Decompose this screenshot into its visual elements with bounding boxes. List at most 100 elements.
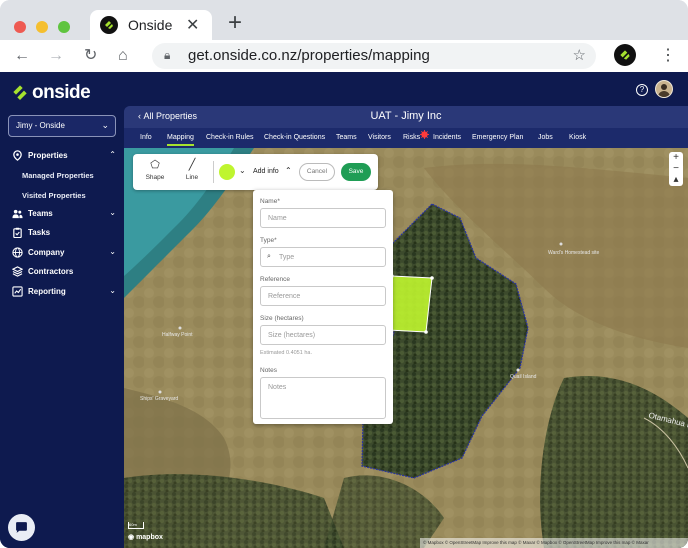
tab-risks[interactable]: Risks	[403, 134, 420, 141]
onside-favicon-icon	[100, 16, 118, 34]
name-field[interactable]: Name	[260, 208, 386, 228]
toolbar-divider	[213, 161, 214, 183]
sidebar-subitem-managed-properties[interactable]: Managed Properties	[22, 171, 94, 180]
sidebar-item-teams[interactable]: Teams ⌄	[12, 207, 118, 223]
chevron-up-icon: ⌃	[109, 150, 116, 159]
globe-icon	[12, 247, 23, 258]
tab-visitors[interactable]: Visitors	[368, 134, 391, 141]
url-text[interactable]: get.onside.co.nz/properties/mapping	[188, 47, 430, 64]
size-label: Size (hectares)	[260, 315, 304, 322]
tab-close-icon[interactable]: ✕	[186, 15, 199, 35]
shape-tool-label: Shape	[145, 174, 165, 181]
forward-arrow-icon[interactable]: →	[48, 46, 64, 66]
size-field[interactable]: Size (hectares)	[260, 325, 386, 345]
chevron-up-icon[interactable]: ⌃	[285, 166, 292, 175]
reference-field[interactable]: Reference	[260, 286, 386, 306]
reference-label: Reference	[260, 276, 290, 283]
browser-menu-icon[interactable]: ⋮	[660, 45, 676, 65]
sidebar: onside Jimy - Onside ⌄ Properties ⌃ Mana…	[0, 72, 124, 548]
address-bar[interactable]: 🔒︎ get.onside.co.nz/properties/mapping ☆	[152, 43, 596, 69]
organization-select-value: Jimy - Onside	[16, 121, 65, 130]
save-button[interactable]: Save	[341, 163, 371, 181]
property-header: ‹ All Properties UAT - Jimy Inc	[124, 106, 688, 128]
type-label: Type*	[260, 237, 277, 244]
onside-extension-icon[interactable]	[614, 44, 636, 66]
mapbox-logo-text: mapbox	[136, 534, 163, 541]
tab-incidents[interactable]: Incidents	[433, 134, 461, 141]
page-title: UAT - Jimy Inc	[370, 110, 442, 122]
close-window-button[interactable]	[14, 21, 26, 33]
zoom-in-button[interactable]: +	[669, 152, 683, 163]
sidebar-item-label: Tasks	[28, 228, 51, 237]
location-pin-icon	[13, 150, 22, 161]
map-attribution[interactable]: © Mapbox © OpenStreetMap Improve this ma…	[420, 538, 688, 548]
size-estimate-hint: Estimated 0.4051 ha.	[260, 350, 312, 356]
tab-check-in-rules[interactable]: Check-in Rules	[206, 134, 253, 141]
tab-emergency-plan[interactable]: Emergency Plan	[472, 134, 523, 141]
home-icon[interactable]: ⌂	[118, 46, 128, 66]
compass-icon[interactable]: ▴	[669, 174, 683, 185]
draw-toolbar: ⬠ Shape ╱ Line ⌄ Add info ⌃ Cancel Save	[133, 154, 378, 190]
sidebar-subitem-visited-properties[interactable]: Visited Properties	[22, 191, 86, 200]
satellite-imagery	[124, 148, 688, 548]
shape-tool-button[interactable]: ⬠ Shape	[140, 158, 170, 181]
map-zoom-controls: + − ▴	[669, 152, 683, 186]
organization-select[interactable]: Jimy - Onside ⌄	[8, 115, 116, 137]
satellite-map[interactable]: Ward's Homestead site Halfway Point Ship…	[124, 148, 688, 548]
chart-icon	[12, 286, 23, 297]
help-icon[interactable]: ?	[636, 84, 648, 96]
map-label-halfway-point: Halfway Point	[162, 332, 193, 338]
mapbox-icon: ◉	[128, 534, 137, 541]
reload-icon[interactable]: ↻	[84, 46, 97, 66]
onside-logo-icon	[13, 85, 27, 100]
sidebar-item-company[interactable]: Company ⌄	[12, 246, 118, 262]
property-tabs: Info Mapping Check-in Rules Check-in Que…	[124, 128, 688, 148]
size-placeholder: Size (hectares)	[268, 332, 316, 339]
line-icon: ╱	[188, 159, 196, 171]
zoom-out-button[interactable]: −	[669, 163, 683, 174]
line-tool-button[interactable]: ╱ Line	[177, 158, 207, 181]
tab-check-in-questions[interactable]: Check-in Questions	[264, 134, 325, 141]
sidebar-item-tasks[interactable]: Tasks	[12, 226, 118, 242]
chat-support-button[interactable]	[8, 514, 35, 541]
lock-icon: 🔒︎	[164, 48, 171, 62]
people-icon	[12, 209, 23, 219]
sidebar-item-label: Teams	[28, 209, 53, 218]
bookmark-star-icon[interactable]: ☆	[573, 46, 586, 64]
search-icon: ⌕	[267, 253, 271, 260]
tab-mapping[interactable]: Mapping	[167, 134, 194, 146]
back-arrow-icon[interactable]: ←	[14, 46, 30, 66]
sidebar-item-properties[interactable]: Properties ⌃	[12, 149, 118, 165]
tab-teams[interactable]: Teams	[336, 134, 357, 141]
sidebar-item-contractors[interactable]: Contractors	[12, 265, 118, 281]
chevron-down-icon: ⌄	[109, 208, 116, 217]
tab-info[interactable]: Info	[140, 134, 152, 141]
onside-app: onside Jimy - Onside ⌄ Properties ⌃ Mana…	[0, 72, 688, 548]
tab-jobs[interactable]: Jobs	[538, 134, 553, 141]
new-tab-button[interactable]: +	[228, 11, 242, 35]
cancel-button[interactable]: Cancel	[299, 163, 335, 181]
sidebar-item-label: Reporting	[28, 287, 66, 296]
minimize-window-button[interactable]	[36, 21, 48, 33]
pentagon-icon: ⬠	[150, 159, 160, 171]
avatar[interactable]	[655, 80, 673, 98]
sidebar-item-label: Contractors	[28, 267, 74, 276]
tab-title: Onside	[128, 17, 173, 33]
map-scale: 60m	[128, 522, 144, 529]
maximize-window-button[interactable]	[58, 21, 70, 33]
notes-field[interactable]: Notes	[260, 377, 386, 419]
browser-tabstrip: Onside ✕ +	[0, 0, 688, 40]
tab-kiosk[interactable]: Kiosk	[569, 134, 586, 141]
browser-window: Onside ✕ + ← → ↻ ⌂ 🔒︎ get.onside.co.nz/p…	[0, 0, 688, 548]
add-info-toggle[interactable]: Add info	[253, 168, 279, 175]
notes-label: Notes	[260, 367, 277, 374]
sidebar-item-reporting[interactable]: Reporting ⌄	[12, 285, 118, 301]
mapbox-logo[interactable]: ◉ mapbox	[128, 533, 163, 541]
browser-tab[interactable]: Onside ✕	[90, 10, 212, 40]
type-field[interactable]: Type	[260, 247, 386, 267]
chevron-down-icon[interactable]: ⌄	[239, 166, 246, 175]
color-swatch[interactable]	[219, 164, 235, 180]
clipboard-icon	[13, 227, 22, 238]
risk-alert-icon	[420, 130, 429, 139]
notes-placeholder: Notes	[268, 384, 287, 391]
